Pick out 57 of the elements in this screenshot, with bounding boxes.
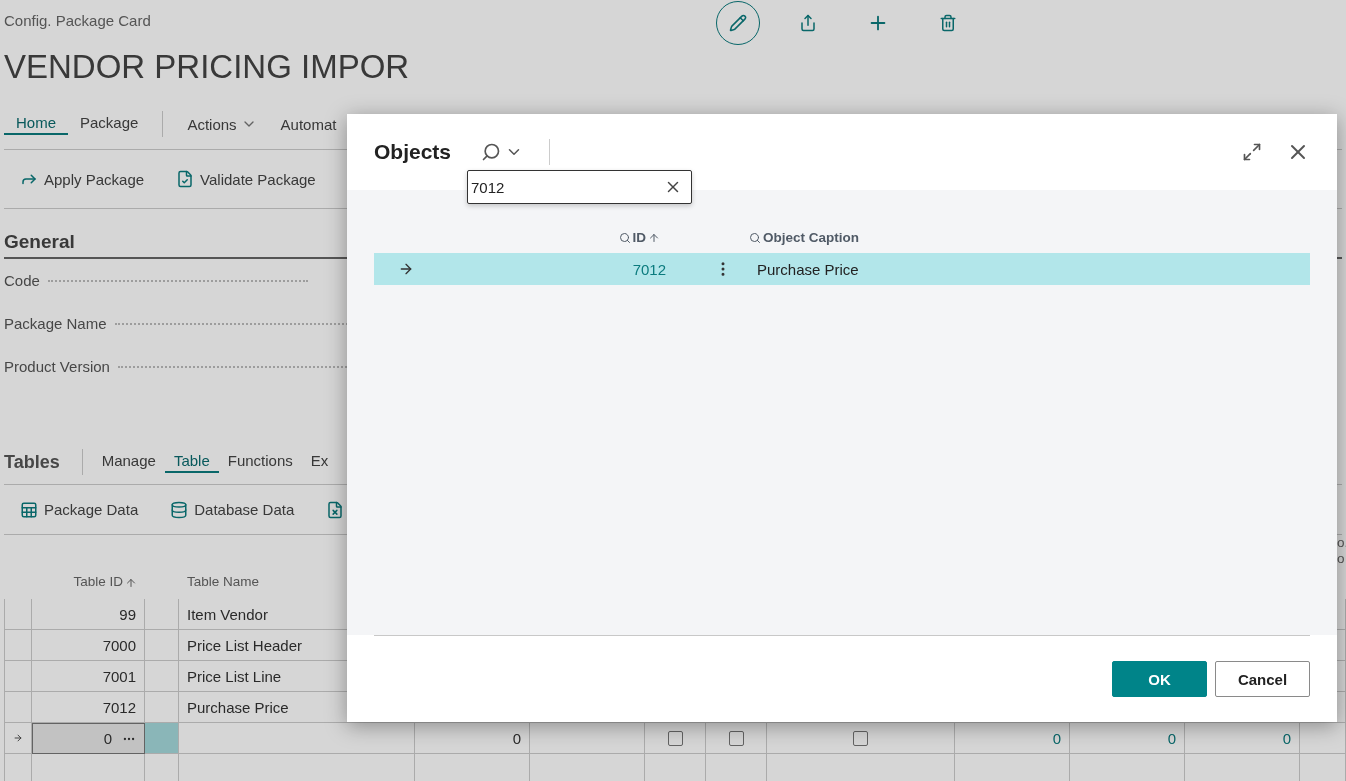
subpage-tab[interactable]: Ex — [301, 451, 338, 473]
row-arrow-icon — [398, 261, 414, 277]
subpage-tab[interactable]: Functions — [218, 451, 302, 473]
action-button[interactable]: Apply Package — [4, 170, 161, 188]
search-icon — [749, 231, 761, 244]
field-label: Package Name — [4, 315, 107, 332]
table-cell — [145, 661, 179, 692]
field-label: Product Version — [4, 358, 110, 375]
action-button[interactable]: Validate Package — [160, 170, 332, 188]
checkbox[interactable] — [853, 730, 868, 746]
table-link[interactable]: 0 — [1070, 723, 1185, 754]
table-cell: 99 — [32, 599, 145, 630]
ok-button[interactable]: OK — [1112, 661, 1207, 697]
checked-document-icon — [176, 170, 195, 188]
dialog-title: Objects — [374, 140, 452, 164]
search-field[interactable]: 7012 — [467, 170, 692, 204]
cancel-button[interactable]: Cancel — [1215, 661, 1310, 697]
table-cell: 7001 — [32, 661, 145, 692]
table-link[interactable]: 0 — [1185, 723, 1300, 754]
column-header: o — [1337, 551, 1345, 567]
checkbox[interactable] — [728, 730, 744, 746]
table-link[interactable]: 7012 — [632, 260, 666, 278]
table-cell — [4, 630, 32, 661]
subpage-tab[interactable]: Manage — [92, 451, 165, 473]
column-header[interactable]: Object Caption — [749, 230, 1310, 245]
menu-item[interactable]: Actions — [175, 115, 269, 133]
selected-cell — [145, 723, 179, 754]
table-cell-text: Purchase Price — [757, 260, 860, 278]
action-button[interactable]: Database Data — [154, 500, 311, 519]
checkbox[interactable] — [667, 730, 683, 746]
subpage-tab[interactable]: Table — [164, 451, 219, 473]
table-cell: 0 — [415, 723, 530, 754]
search-icon — [618, 231, 631, 244]
table-id-field[interactable]: 0 — [32, 723, 145, 754]
menu-item[interactable]: Automat — [268, 115, 349, 133]
table-cell — [4, 661, 32, 692]
table-grid-icon — [20, 500, 38, 519]
action-button[interactable]: Package Data — [4, 500, 155, 519]
section-heading: Tables — [4, 451, 60, 473]
column-header[interactable]: Table ID — [32, 535, 145, 599]
document-remove-icon — [326, 500, 345, 519]
table-link[interactable]: 0 — [955, 723, 1070, 754]
table-cell — [145, 599, 179, 630]
list-row[interactable]: 7012 Purchase Price — [374, 253, 1310, 285]
menu-tab[interactable]: Package — [68, 113, 151, 135]
table-cell — [145, 630, 179, 661]
page-title: VENDOR PRICING IMPOR — [3, 48, 411, 86]
table-cell — [4, 599, 32, 630]
table-cell — [1300, 723, 1346, 754]
field-label: Code — [4, 272, 40, 289]
expand-icon[interactable] — [1242, 142, 1262, 162]
database-icon — [170, 500, 189, 519]
table-cell: 7000 — [32, 630, 145, 661]
column-header[interactable]: ID — [618, 230, 660, 245]
menu-tab[interactable]: Home — [4, 113, 68, 135]
page-caption: Config. Package Card — [4, 12, 152, 29]
search-icon[interactable] — [481, 142, 502, 162]
